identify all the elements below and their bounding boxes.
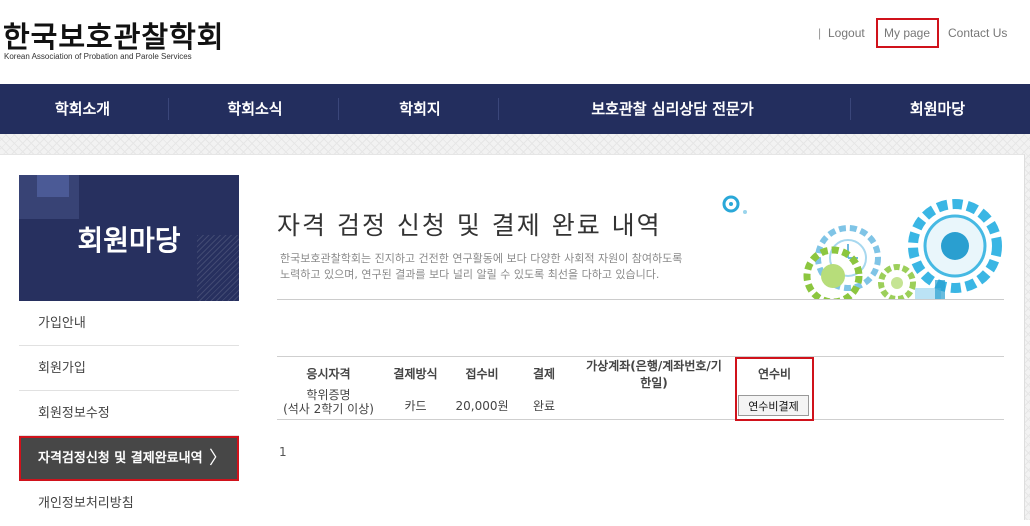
sidebar-visual: 회원마당 xyxy=(19,175,239,301)
nav-divider xyxy=(498,98,499,120)
page-description-line: 노력하고 있으며, 연구된 결과를 보다 널리 알릴 수 있도록 최선을 다하고… xyxy=(280,268,660,281)
util-separator: | xyxy=(818,26,822,40)
decor-square xyxy=(37,175,69,197)
nav-divider xyxy=(168,98,169,120)
sidebar-item-join-guide[interactable]: 가입안내 xyxy=(19,301,239,346)
nav-item-about[interactable]: 학회소개 xyxy=(20,84,145,134)
column-header-account-line: 한일) xyxy=(640,376,668,390)
cell-qualification: 학위증명 (석사 2학기 이상) xyxy=(277,388,380,416)
sidebar-item-label: 회원정보수정 xyxy=(38,406,110,421)
nav-item-counselor[interactable]: 보호관찰 심리상담 전문가 xyxy=(520,84,825,134)
gears-illustration-icon xyxy=(722,195,1002,300)
cell-fee: 20,000원 xyxy=(455,399,509,413)
chevron-right-icon: 〉 xyxy=(209,448,227,469)
sidebar-item-label: 개인정보처리방침 xyxy=(38,496,134,511)
logout-link[interactable]: Logout xyxy=(828,26,865,40)
nav-item-news[interactable]: 학회소식 xyxy=(190,84,320,134)
cell-method: 카드 xyxy=(404,399,427,413)
column-header-method: 결제방식 xyxy=(393,367,438,381)
cell-qualification-line: (석사 2학기 이상) xyxy=(283,402,374,416)
mypage-highlight-box xyxy=(876,18,939,48)
sidebar-item-signup[interactable]: 회원가입 xyxy=(19,346,239,391)
contact-link[interactable]: Contact Us xyxy=(948,26,1007,40)
sidebar-item-certification[interactable]: 자격검정신청 및 결제완료내역 〉 xyxy=(19,436,239,481)
nav-divider xyxy=(338,98,339,120)
training-fee-highlight-box xyxy=(735,357,814,421)
column-header-account: 가상계좌(은행/계좌번호/기 한일) xyxy=(573,357,735,391)
sidebar-item-label: 자격검정신청 및 결제완료내역 xyxy=(38,451,203,466)
cell-qualification-line: 학위증명 xyxy=(306,388,351,402)
nav-item-members[interactable]: 회원마당 xyxy=(875,84,1000,134)
main-navigation: 학회소개 학회소식 학회지 보호관찰 심리상담 전문가 회원마당 xyxy=(0,84,1030,134)
column-header-payment: 결제 xyxy=(532,367,556,381)
sidebar-item-label: 회원가입 xyxy=(38,361,86,376)
column-header-account-line: 가상계좌(은행/계좌번호/기 xyxy=(586,359,722,373)
application-table: 응시자격 결제방식 접수비 결제 가상계좌(은행/계좌번호/기 한일) 연수비 … xyxy=(277,356,1004,420)
page-description: 한국보호관찰학회는 진지하고 건전한 연구활동에 보다 다양한 사회적 자원이 … xyxy=(280,251,740,283)
page-description-line: 한국보호관찰학회는 진지하고 건전한 연구활동에 보다 다양한 사회적 자원이 … xyxy=(280,252,683,265)
site-logo-subtitle: Korean Association of Probation and Paro… xyxy=(4,52,192,61)
title-divider xyxy=(277,299,1004,300)
page-title: 자격 검정 신청 및 결제 완료 내역 xyxy=(277,211,662,240)
sidebar-item-edit-info[interactable]: 회원정보수정 xyxy=(19,391,239,436)
column-header-fee: 접수비 xyxy=(465,367,499,381)
sidebar-item-privacy[interactable]: 개인정보처리방침 xyxy=(19,481,239,526)
nav-item-journal[interactable]: 학회지 xyxy=(360,84,480,134)
sidebar-item-label: 가입안내 xyxy=(38,316,86,331)
pagination-current-page[interactable]: 1 xyxy=(279,445,287,459)
sidebar-title: 회원마당 xyxy=(77,224,181,257)
cell-payment: 완료 xyxy=(532,399,556,413)
column-header-qualification: 응시자격 xyxy=(306,367,351,381)
nav-divider xyxy=(850,98,851,120)
